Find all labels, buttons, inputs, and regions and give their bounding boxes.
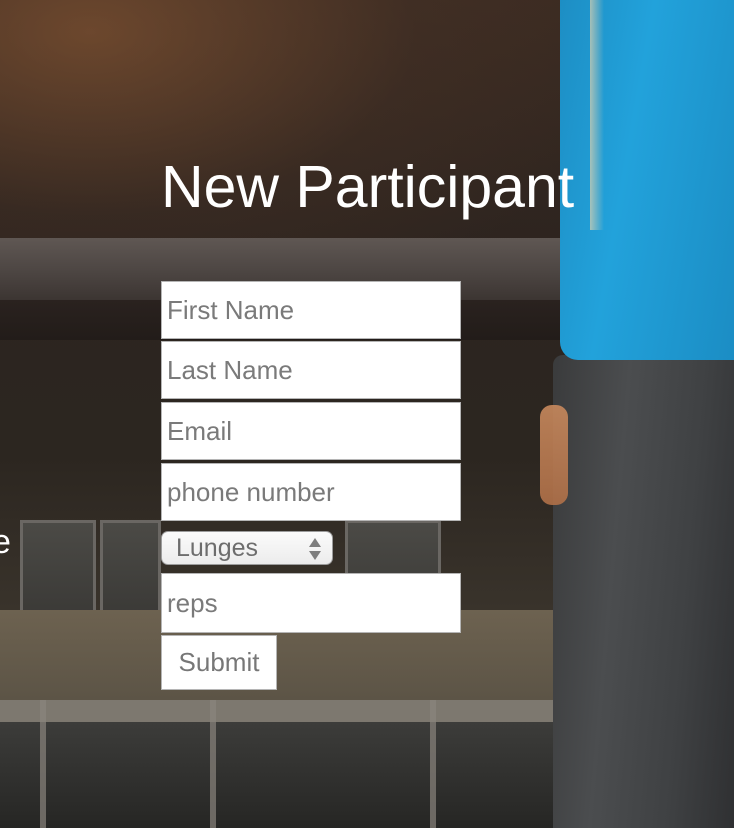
person-shirt xyxy=(560,0,734,360)
background-post xyxy=(430,700,436,828)
up-down-arrows-icon xyxy=(309,538,321,560)
exercise-select[interactable]: Lunges xyxy=(161,531,333,565)
person-hand xyxy=(540,405,568,505)
page: e New Participant Lunges Submit xyxy=(0,0,734,828)
submit-button[interactable]: Submit xyxy=(161,635,277,690)
last-name-field[interactable] xyxy=(161,341,461,399)
page-title: New Participant xyxy=(161,154,575,220)
background-post xyxy=(40,700,46,828)
background-lower xyxy=(0,722,575,828)
background-window xyxy=(20,520,96,616)
email-field[interactable] xyxy=(161,402,461,460)
exercise-select-value: Lunges xyxy=(176,534,259,562)
background-post xyxy=(210,700,216,828)
first-name-field[interactable] xyxy=(161,281,461,339)
person-jeans xyxy=(553,355,734,828)
background-window xyxy=(100,520,161,616)
person-shirt-highlight xyxy=(590,0,604,230)
phone-number-field[interactable] xyxy=(161,463,461,521)
clipped-side-text: e xyxy=(0,523,11,561)
background-railing xyxy=(0,700,575,722)
reps-field[interactable] xyxy=(161,573,461,633)
